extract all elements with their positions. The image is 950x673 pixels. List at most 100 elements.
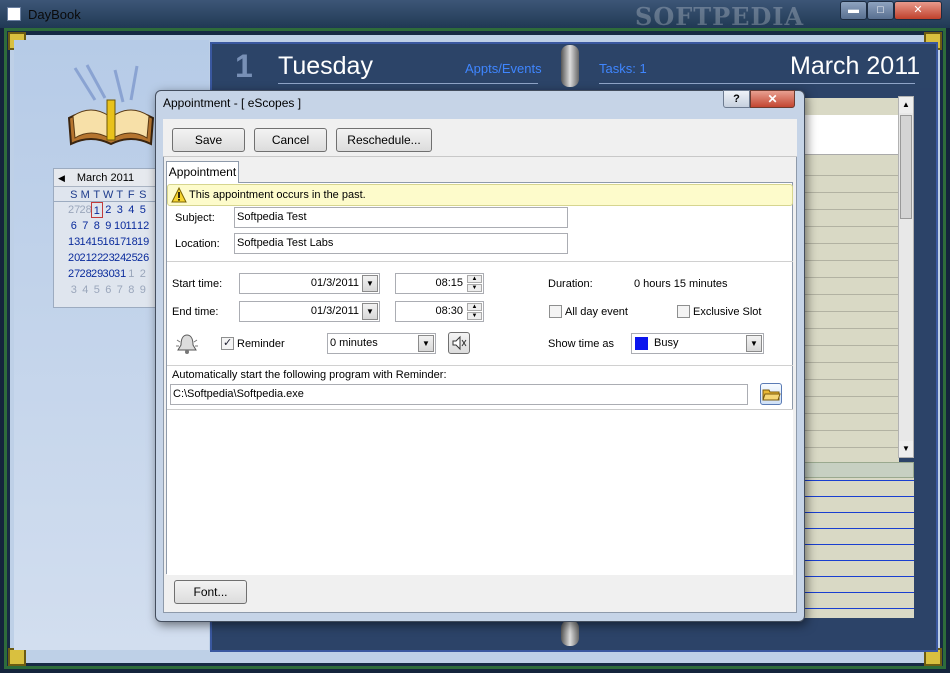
end-time-spinner[interactable]: 08:30 ▲ ▼ <box>395 301 484 322</box>
sound-button[interactable] <box>448 332 470 354</box>
spin-up-icon[interactable]: ▲ <box>467 275 482 283</box>
start-time-spinner[interactable]: 08:15 ▲ ▼ <box>395 273 484 294</box>
subject-label: Subject: <box>175 212 215 224</box>
location-field[interactable]: Softpedia Test Labs <box>234 233 568 254</box>
location-label: Location: <box>175 238 220 250</box>
close-window-button[interactable]: ✕ <box>894 1 942 20</box>
scroll-up-icon[interactable]: ▲ <box>899 97 913 113</box>
calendar-day[interactable]: 21 <box>80 250 92 266</box>
warning-text: This appointment occurs in the past. <box>189 189 366 201</box>
tasks-link[interactable]: Tasks: 1 <box>599 61 647 76</box>
calendar-day[interactable]: 13 <box>68 234 80 250</box>
tasks-list[interactable] <box>801 478 914 618</box>
list-divider <box>801 496 914 497</box>
calendar-day[interactable]: 26 <box>137 250 149 266</box>
appointment-slot[interactable] <box>801 115 899 155</box>
calendar-day[interactable]: 9 <box>103 218 115 234</box>
warning-icon <box>171 187 187 203</box>
chevron-down-icon[interactable]: ▼ <box>746 335 762 352</box>
calendar-day[interactable]: 18 <box>126 234 138 250</box>
vertical-scrollbar[interactable]: ▲ ▼ <box>898 96 914 458</box>
appts-events-link[interactable]: Appts/Events <box>465 61 542 76</box>
calendar-day[interactable]: 2 <box>103 202 115 218</box>
calendar-day[interactable]: 28 <box>80 266 92 282</box>
calendar-day[interactable]: 8 <box>91 218 103 234</box>
calendar-day[interactable]: 28 <box>80 202 92 218</box>
calendar-day[interactable]: 4 <box>126 202 138 218</box>
chevron-down-icon[interactable]: ▼ <box>362 303 378 320</box>
reminder-checkbox[interactable] <box>221 336 234 350</box>
prev-month-icon[interactable]: ◀ <box>58 169 65 187</box>
list-divider <box>801 447 899 448</box>
start-date-picker[interactable]: 01/3/2011 ▼ <box>239 273 380 294</box>
show-time-dropdown[interactable]: Busy ▼ <box>631 333 764 354</box>
calendar-day[interactable]: 7 <box>80 218 92 234</box>
calendar-day[interactable]: 6 <box>68 218 80 234</box>
subject-field[interactable]: Softpedia Test <box>234 207 568 228</box>
notes-area[interactable] <box>167 409 793 575</box>
list-divider <box>801 396 899 397</box>
calendar-day[interactable]: 27 <box>68 202 80 218</box>
calendar-day[interactable]: 1 <box>91 202 103 218</box>
calendar-day[interactable]: 2 <box>137 266 149 282</box>
scroll-down-icon[interactable]: ▼ <box>899 441 913 457</box>
calendar-day[interactable]: 9 <box>137 282 149 298</box>
spin-down-icon[interactable]: ▼ <box>467 312 482 320</box>
calendar-day[interactable]: 1 <box>126 266 138 282</box>
help-button[interactable]: ? <box>723 90 750 108</box>
scroll-thumb[interactable] <box>900 115 912 219</box>
calendar-day[interactable]: 20 <box>68 250 80 266</box>
reschedule-button[interactable]: Reschedule... <box>336 128 432 152</box>
cancel-button[interactable]: Cancel <box>254 128 327 152</box>
duration-label: Duration: <box>548 278 593 290</box>
dialog-close-button[interactable]: ✕ <box>750 90 795 108</box>
calendar-day[interactable]: 19 <box>137 234 149 250</box>
calendar-day[interactable]: 10 <box>114 218 126 234</box>
calendar-day[interactable]: 7 <box>114 282 126 298</box>
calendar-day[interactable]: 11 <box>126 218 138 234</box>
calendar-day[interactable]: 3 <box>114 202 126 218</box>
program-path-field[interactable]: C:\Softpedia\Softpedia.exe <box>170 384 748 405</box>
calendar-day[interactable]: 17 <box>114 234 126 250</box>
calendar-day[interactable]: 31 <box>114 266 126 282</box>
calendar-day[interactable]: 27 <box>68 266 80 282</box>
maximize-button[interactable]: □ <box>867 1 894 20</box>
show-time-label: Show time as <box>548 338 615 350</box>
calendar-day[interactable]: 22 <box>91 250 103 266</box>
all-day-checkbox[interactable] <box>549 305 562 318</box>
minimize-button[interactable]: ▬ <box>840 1 867 20</box>
calendar-day[interactable]: 4 <box>80 282 92 298</box>
exclusive-slot-checkbox[interactable] <box>677 305 690 318</box>
header-divider <box>278 83 538 84</box>
calendar-day[interactable]: 5 <box>137 202 149 218</box>
calendar-day[interactable]: 5 <box>91 282 103 298</box>
calendar-day[interactable]: 25 <box>126 250 138 266</box>
start-time-label: Start time: <box>172 278 223 290</box>
calendar-day[interactable]: 14 <box>80 234 92 250</box>
calendar-day[interactable]: 6 <box>103 282 115 298</box>
spin-up-icon[interactable]: ▲ <box>467 303 482 311</box>
font-button[interactable]: Font... <box>174 580 247 604</box>
end-date-value: 01/3/2011 <box>310 305 359 317</box>
calendar-day[interactable]: 30 <box>103 266 115 282</box>
spin-down-icon[interactable]: ▼ <box>467 284 482 292</box>
calendar-day[interactable]: 16 <box>103 234 115 250</box>
calendar-day[interactable]: 15 <box>91 234 103 250</box>
chevron-down-icon[interactable]: ▼ <box>362 275 378 292</box>
calendar-day[interactable]: 12 <box>137 218 149 234</box>
calendar-day[interactable]: 24 <box>114 250 126 266</box>
list-divider <box>801 592 914 593</box>
duration-value: 0 hours 15 minutes <box>634 278 728 290</box>
dialog-footer <box>167 575 793 605</box>
calendar-day[interactable]: 8 <box>126 282 138 298</box>
calendar-day[interactable]: 29 <box>91 266 103 282</box>
save-button[interactable]: Save <box>172 128 245 152</box>
browse-folder-button[interactable] <box>760 383 782 405</box>
reminder-dropdown[interactable]: 0 minutes ▼ <box>327 333 436 354</box>
calendar-day[interactable]: 3 <box>68 282 80 298</box>
window-title: DayBook <box>28 7 81 22</box>
chevron-down-icon[interactable]: ▼ <box>418 335 434 352</box>
tab-appointment[interactable]: Appointment <box>166 161 239 183</box>
calendar-day[interactable]: 23 <box>103 250 115 266</box>
end-date-picker[interactable]: 01/3/2011 ▼ <box>239 301 380 322</box>
